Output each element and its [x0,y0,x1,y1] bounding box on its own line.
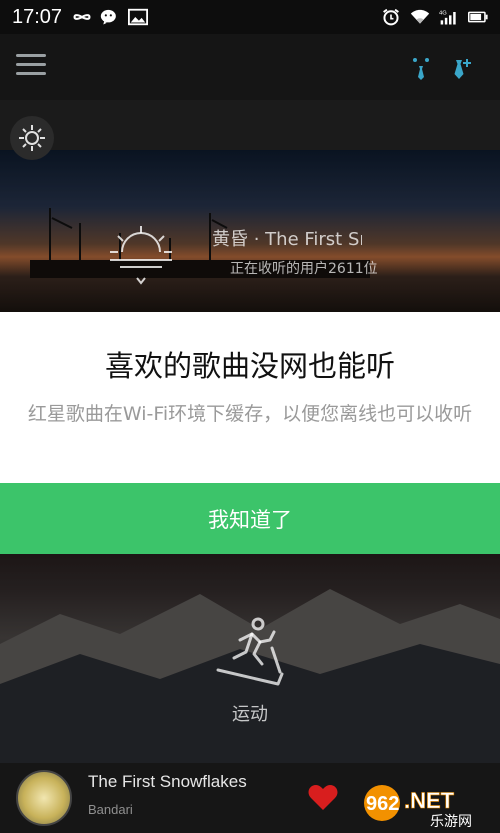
heart-icon[interactable] [308,783,338,811]
mood-song-title: 黄昏 · The First Sn [212,229,362,250]
dialog-title: 喜欢的歌曲没网也能听 [104,349,395,383]
album-art[interactable] [16,770,72,826]
image-icon [128,8,149,26]
tie-plus-icon[interactable] [448,56,474,82]
sunset-icon [110,226,172,285]
tie-icon[interactable] [408,56,434,82]
sport-label: 运动 [232,704,268,725]
header-separator [0,100,500,150]
svg-text:962: 962 [366,793,399,815]
hamburger-menu-icon[interactable] [16,54,46,80]
infinity-icon [73,14,91,20]
wechat-icon [100,9,116,25]
status-time: 17:07 [12,5,63,28]
dialog-message: 红星歌曲在Wi-Fi环境下缓存，以便您离线也可以收听 [27,403,473,425]
app-header [0,34,500,100]
watermark-logo: 962 .NET 乐游网 [364,785,472,830]
listener-count: 正在收听的用户2611位 [230,261,378,277]
now-playing-artist: Bandari [88,802,133,817]
status-bar: 17:07 4G [0,0,500,34]
alarm-icon [383,8,399,26]
svg-text:4G: 4G [439,11,447,17]
signal-4g-icon: 4G [439,11,456,25]
battery-icon [468,11,488,23]
sun-icon [19,125,45,151]
svg-text:乐游网: 乐游网 [430,814,472,830]
svg-text:.NET: .NET [404,788,455,813]
treadmill-runner-icon [216,617,284,686]
weather-button[interactable] [10,116,54,160]
dialog-confirm-button[interactable]: 我知道了 [0,483,500,554]
wifi-icon [410,9,430,24]
now-playing-title: The First Snowflakes [88,772,247,791]
